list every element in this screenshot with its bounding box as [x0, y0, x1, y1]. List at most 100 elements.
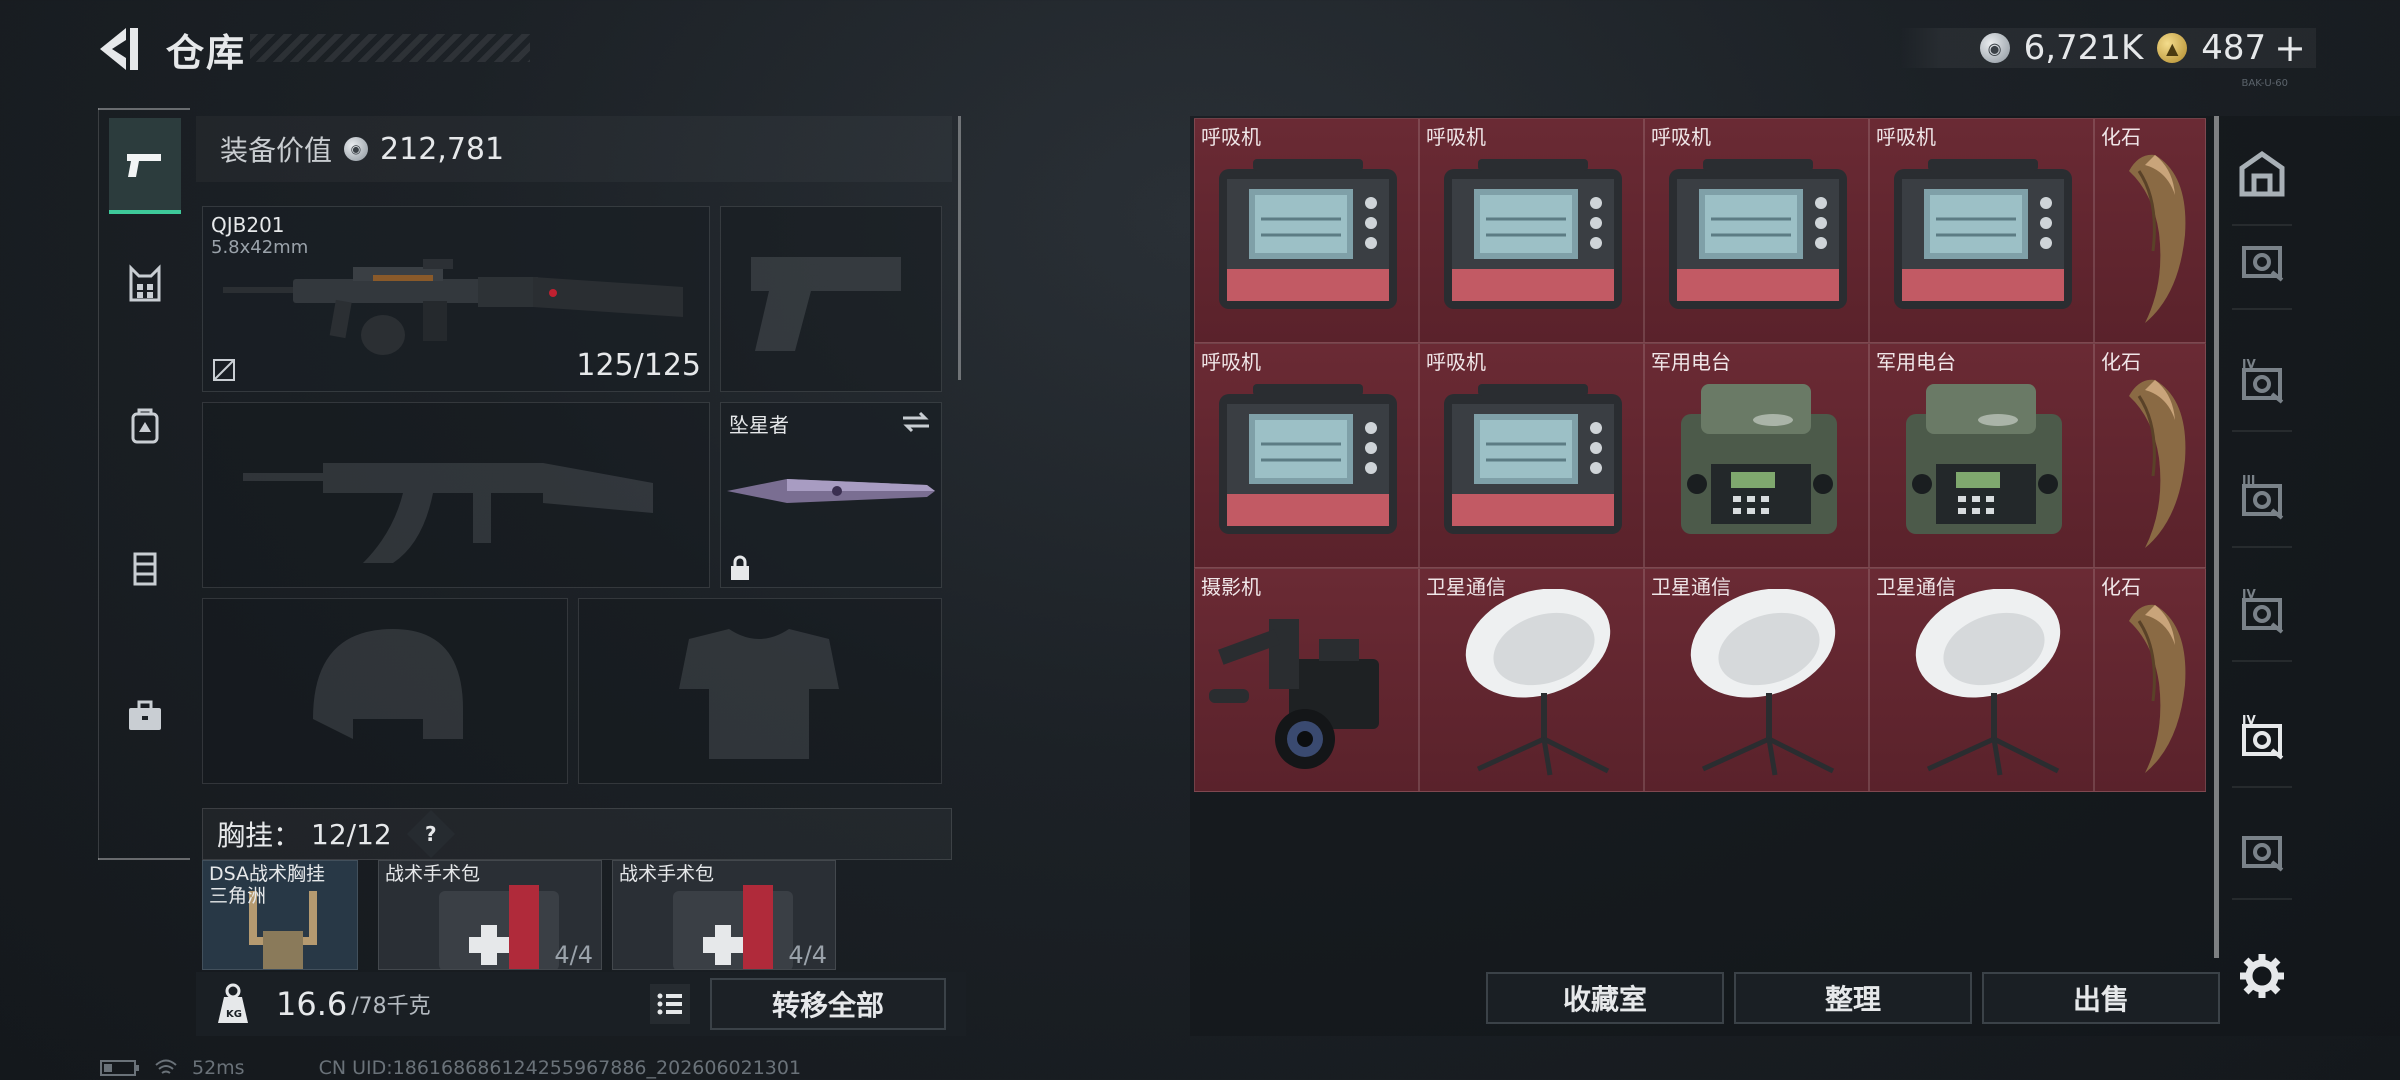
chest-item-rig[interactable]: DSA战术胸挂 三角洲 [202, 860, 358, 970]
top-bar: 仓库 ◉ 6,721K ▲ 487 + BAK-U-60 [0, 0, 2400, 100]
vault-icon [2239, 150, 2285, 197]
storage-item-satellite[interactable]: 卫星通信 [1419, 568, 1644, 792]
storage-item-fossil[interactable]: 化石 [2094, 343, 2206, 568]
storage-item-label: 化石 [2101, 350, 2141, 374]
silver-coin-icon: ◉ [1979, 33, 2010, 63]
backpack-icon [131, 408, 159, 444]
melee-slot[interactable]: 坠星者 [720, 402, 942, 588]
storage-item-radio[interactable]: 军用电台 [1644, 343, 1869, 568]
storage-item-label: 呼吸机 [1201, 350, 1261, 374]
chest-rig-label: 胸挂： [217, 819, 302, 852]
storage-item-label: 卫星通信 [1651, 575, 1731, 599]
storage-item-label: 呼吸机 [1201, 125, 1261, 149]
fossil-claw-icon [2129, 379, 2186, 548]
list-view-icon[interactable] [650, 984, 690, 1024]
rail-divider [2232, 308, 2292, 310]
first-aid-kit-icon [673, 885, 793, 969]
storage-item-radio[interactable]: 军用电台 [1869, 343, 2094, 568]
gear-icon [2240, 954, 2284, 998]
storage-scrollbar[interactable] [2214, 116, 2219, 958]
silver-currency-value: 6,721K [2023, 28, 2144, 68]
storage-item-label: 呼吸机 [1426, 125, 1486, 149]
svg-text:KG: KG [226, 1009, 242, 1020]
storage-item-ventilator[interactable]: 呼吸机 [1194, 343, 1419, 568]
chest-item-medkit[interactable]: 战术手术包 4/4 [378, 860, 602, 970]
helmet-slot[interactable] [202, 598, 568, 784]
storage-item-label: 摄影机 [1201, 575, 1261, 599]
equipment-footer: KG 16.6 /78千克 转移全部 [196, 972, 966, 1036]
secondary-weapon-slot[interactable] [202, 402, 710, 588]
storage-item-label: 化石 [2101, 125, 2141, 149]
equipment-panel: 装备价值 ◉ 212,781 QJB201 5.8x42mm 125/125 坠… [196, 116, 966, 1036]
rifle-silhouette-icon [243, 463, 653, 563]
silver-coin-icon: ◉ [344, 137, 369, 161]
storage-grid: 呼吸机 呼吸机 呼吸机 呼吸机 化石 呼吸机 呼吸机 军用电台 军用电台 化石 … [1194, 118, 2206, 792]
storage-item-camera[interactable]: 摄影机 [1194, 568, 1419, 792]
right-rail-item-5[interactable]: IV [2232, 580, 2292, 640]
sell-button[interactable]: 出售 [1982, 972, 2220, 1024]
collection-room-button[interactable]: 收藏室 [1486, 972, 1724, 1024]
storage-item-satellite[interactable]: 卫星通信 [1644, 568, 1869, 792]
chest-item-medkit[interactable]: 战术手术包 4/4 [612, 860, 836, 970]
melee-name: 坠星者 [729, 413, 789, 437]
satellite-dish-icon [1465, 589, 1611, 776]
right-rail-item-2[interactable] [2232, 228, 2292, 288]
rail-cap-bottom [98, 858, 190, 860]
rail-item-armor[interactable] [109, 236, 181, 332]
page-title: 仓库 [166, 31, 247, 75]
storage-item-ventilator[interactable]: 呼吸机 [1644, 118, 1869, 343]
body-armor-slot[interactable] [578, 598, 942, 784]
storage-tab-icon [2242, 246, 2284, 282]
rig-icon [133, 552, 157, 586]
help-button[interactable]: ? [406, 809, 455, 859]
right-rail-item-8[interactable] [2232, 946, 2292, 1006]
storage-item-label: 卫星通信 [1876, 575, 1956, 599]
helmet-silhouette-icon [313, 629, 463, 739]
storage-item-fossil[interactable]: 化石 [2094, 568, 2206, 792]
rail-divider [2232, 786, 2292, 788]
storage-item-ventilator[interactable]: 呼吸机 [1869, 118, 2094, 343]
carry-weight-cap: /78千克 [351, 994, 431, 1019]
storage-item-label: 化石 [2101, 575, 2141, 599]
right-rail-item-1[interactable] [2232, 144, 2292, 204]
rail-divider [2232, 660, 2292, 662]
gold-coin-icon: ▲ [2157, 33, 2188, 63]
storage-tab-icon [2242, 836, 2284, 872]
back-arrow-icon[interactable] [96, 24, 146, 74]
storage-item-ventilator[interactable]: 呼吸机 [1194, 118, 1419, 343]
equipment-value-row: 装备价值 ◉ 212,781 [196, 116, 952, 182]
right-rail-item-3[interactable]: IV [2232, 350, 2292, 410]
storage-tab-icon: III [2242, 473, 2284, 520]
fossil-claw-icon [2129, 154, 2186, 323]
version-tag: BAK-U-60 [2241, 78, 2288, 89]
storage-item-ventilator[interactable]: 呼吸机 [1419, 343, 1644, 568]
wifi-icon [155, 1059, 177, 1074]
storage-item-satellite[interactable]: 卫星通信 [1869, 568, 2094, 792]
chest-item-name: DSA战术胸挂 三角洲 [209, 863, 326, 907]
equipment-value: 212,781 [380, 131, 505, 167]
help-mark: ? [424, 821, 437, 846]
rail-divider [2232, 546, 2292, 548]
ventilator-icon [1219, 159, 1397, 309]
rail-item-weapons[interactable] [109, 118, 181, 214]
storage-item-ventilator[interactable]: 呼吸机 [1419, 118, 1644, 343]
sidearm-slot[interactable] [720, 206, 942, 392]
add-currency-button[interactable]: + [2274, 26, 2306, 70]
tab-roman: IV [2242, 713, 2256, 727]
left-category-rail [98, 108, 190, 860]
right-rail-item-4[interactable]: III [2232, 466, 2292, 526]
transfer-all-button[interactable]: 转移全部 [710, 978, 946, 1030]
rail-item-case[interactable] [109, 668, 181, 764]
rail-item-rig[interactable] [109, 520, 181, 616]
storage-item-fossil[interactable]: 化石 [2094, 118, 2206, 343]
right-rail-item-7[interactable] [2232, 818, 2292, 878]
rail-divider [2232, 224, 2292, 226]
organize-button[interactable]: 整理 [1734, 972, 1972, 1024]
lock-icon [731, 555, 749, 580]
rail-item-backpack[interactable] [109, 378, 181, 474]
primary-weapon-slot[interactable]: QJB201 5.8x42mm 125/125 [202, 206, 710, 392]
right-rail-item-6[interactable]: IV [2232, 706, 2292, 766]
swap-icon[interactable] [901, 409, 931, 435]
tab-roman: IV [2242, 587, 2256, 601]
first-aid-kit-icon [439, 885, 559, 969]
